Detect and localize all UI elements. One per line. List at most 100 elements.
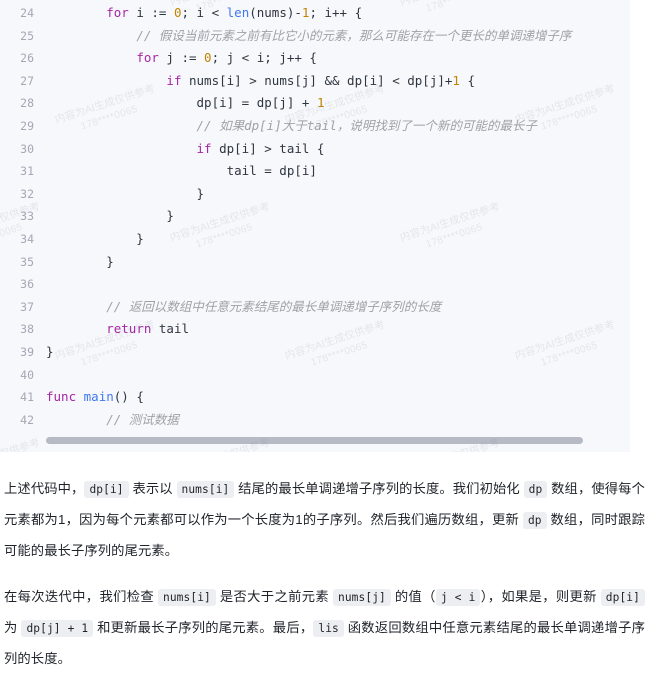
line-number: 38 (20, 322, 34, 337)
p1-text-1: 上述代码中， (4, 481, 85, 496)
code-token: func (46, 389, 77, 405)
code-line-content[interactable]: func main() { (46, 386, 630, 409)
line-number: 27 (20, 73, 34, 88)
code-token: j := (158, 50, 205, 66)
code-line: 24 for i := 0; i < len(nums)-1; i++ { (0, 2, 630, 25)
code-block: 24 for i := 0; i < len(nums)-1; i++ {25 … (0, 0, 630, 452)
explanation-section: 上述代码中， dp[i] 表示以 nums[i] 结尾的最长单调递增子序列的长度。… (0, 474, 657, 697)
paragraph-complexity: 该算法的时间复杂度为 O(n2)，但由于其内部循环的特性，实际上在某些情况下可以… (4, 690, 645, 697)
line-number: 42 (20, 412, 34, 427)
inline-code-dp-j-plus-1: dp[j] + 1 (21, 620, 94, 637)
code-line: 31 tail = dp[i] (0, 160, 630, 183)
p1-text-2: 表示以 (128, 481, 177, 496)
code-token: () { (113, 389, 144, 405)
code-line-content[interactable]: } (46, 183, 630, 206)
code-line-content[interactable]: // 假设当前元素之前有比它小的元素，那么可能存在一个更长的单调递增子序 (46, 25, 630, 48)
code-token: return (106, 321, 152, 337)
line-number: 26 (20, 51, 34, 66)
line-number: 41 (20, 390, 34, 405)
p2-text-4: ），如果是，则更新 (480, 589, 601, 604)
code-line-content[interactable]: } (46, 251, 630, 274)
line-number: 32 (20, 186, 34, 201)
code-lines: 24 for i := 0; i < len(nums)-1; i++ {25 … (0, 2, 630, 432)
code-horizontal-scrollbar[interactable] (46, 437, 583, 444)
code-line: 25 // 假设当前元素之前有比它小的元素，那么可能存在一个更长的单调递增子序 (0, 25, 630, 48)
code-line-content[interactable]: } (46, 205, 630, 228)
line-number: 24 (20, 6, 34, 20)
code-token: ; i++ { (309, 5, 363, 20)
code-token: { (459, 72, 476, 88)
line-number: 36 (20, 277, 34, 292)
code-token: dp[i] > tail { (211, 140, 325, 156)
code-line: 34 } (0, 228, 630, 251)
code-line-content[interactable]: // 如果dp[i]大于tail，说明找到了一个新的可能的最长子 (46, 115, 630, 138)
code-token: ; j < i; j++ { (211, 50, 317, 66)
code-token: tail (151, 321, 190, 337)
line-number: 34 (20, 231, 34, 246)
watermark: 内容为AI生成仅供参考178****0065 (0, 437, 46, 452)
watermark: 内容为AI生成仅供参考178****0065 (628, 437, 630, 452)
line-number: 30 (20, 141, 34, 156)
line-number: 37 (20, 299, 34, 314)
code-line: 27 if nums[i] > nums[j] && dp[i] < dp[j]… (0, 70, 630, 93)
code-token: } (46, 185, 205, 201)
code-token: } (46, 253, 114, 269)
code-line: 36 (0, 273, 630, 296)
p2-text-1: 在每次迭代中，我们检查 (4, 589, 159, 604)
code-line: 35 } (0, 251, 630, 274)
code-token: } (46, 343, 54, 359)
inline-code-nums-j: nums[j] (333, 589, 391, 606)
code-scroll-area[interactable]: 24 for i := 0; i < len(nums)-1; i++ {25 … (0, 2, 630, 432)
code-line-content[interactable]: for j := 0; j < i; j++ { (46, 47, 630, 70)
code-line: 29 // 如果dp[i]大于tail，说明找到了一个新的可能的最长子 (0, 115, 630, 138)
code-line: 32 } (0, 183, 630, 206)
code-line-content[interactable] (46, 273, 630, 296)
code-token: 0 (204, 50, 212, 66)
code-line-content[interactable]: return tail (46, 318, 630, 341)
code-line-content[interactable]: for i := 0; i < len(nums)-1; i++ { (46, 2, 630, 25)
line-number: 28 (20, 96, 34, 111)
p1-text-3: 结尾的最长单调递增子序列的长度。我们初始化 (234, 481, 524, 496)
paragraph-dp-definition: 上述代码中， dp[i] 表示以 nums[i] 结尾的最长单调递增子序列的长度。… (4, 474, 645, 566)
code-line-content[interactable]: // 返回以数组中任意元素结尾的最长单调递增子序列的长度 (46, 296, 630, 319)
code-token: if (166, 72, 182, 88)
code-line-content[interactable]: } (46, 228, 630, 251)
code-line-content[interactable] (46, 364, 630, 387)
code-token: nums[i] > nums[j] && dp[i] < dp[j]+ (181, 72, 453, 88)
inline-code-nums-i: nums[i] (176, 481, 235, 498)
code-token: dp[i] = dp[j] + (196, 95, 317, 111)
paragraph-iteration: 在每次迭代中，我们检查 nums[i] 是否大于之前元素 nums[j] 的值（… (4, 582, 645, 674)
code-token: main (83, 389, 114, 405)
code-line-content[interactable]: tail = dp[i] (46, 160, 630, 183)
code-line-content[interactable]: dp[i] = dp[j] + 1 (46, 92, 630, 115)
code-line-content[interactable]: } (46, 341, 630, 364)
line-number: 35 (20, 254, 34, 269)
code-token: (nums)- (249, 5, 302, 20)
code-token: i := (128, 5, 174, 20)
code-line-content[interactable]: // 测试数据 (46, 409, 630, 432)
code-token: } (46, 208, 174, 224)
code-token: // 返回以数组中任意元素结尾的最长单调递增子序列的长度 (106, 298, 442, 314)
code-token: len (226, 5, 250, 20)
code-token: // 如果dp[i]大于tail，说明找到了一个新的可能的最长子 (196, 117, 537, 133)
code-token: if (196, 140, 212, 156)
inline-code-j-lt-i: j < i (435, 589, 481, 606)
code-line-content[interactable]: nums := []int{10, 9, 2, 5, 3, 7, 101, 18… (46, 431, 630, 432)
code-token: // 测试数据 (106, 411, 179, 427)
code-line-content[interactable]: if nums[i] > nums[j] && dp[i] < dp[j]+1 … (46, 70, 630, 93)
code-line: 37 // 返回以数组中任意元素结尾的最长单调递增子序列的长度 (0, 296, 630, 319)
inline-code-dp-2: dp (522, 512, 547, 529)
code-line: 26 for j := 0; j < i; j++ { (0, 47, 630, 70)
code-line: 30 if dp[i] > tail { (0, 138, 630, 161)
p2-text-5: 为 (4, 620, 22, 635)
code-line-content[interactable]: if dp[i] > tail { (46, 138, 630, 161)
inline-code-nums-i-2: nums[i] (158, 589, 216, 606)
